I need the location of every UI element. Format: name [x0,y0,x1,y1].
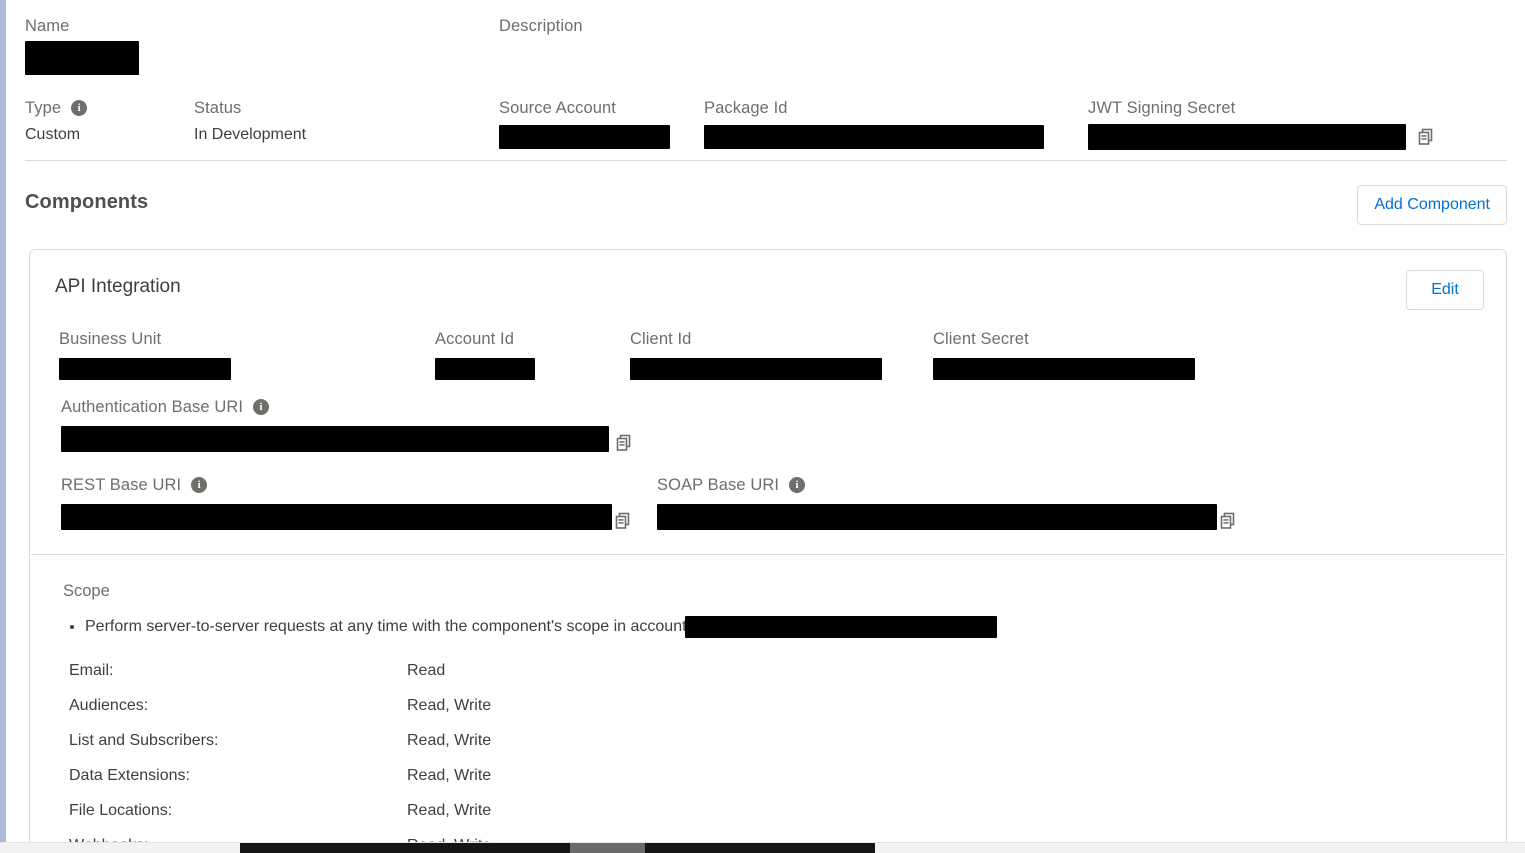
table-row: File Locations: Read, Write [69,800,491,835]
header-divider [25,160,1507,161]
field-label-client-secret: Client Secret [933,330,1029,348]
copy-icon[interactable] [614,512,632,530]
field-label-source-account: Source Account [499,99,616,117]
field-jwt-signing-secret: JWT Signing Secret [1088,97,1435,150]
info-icon[interactable]: i [71,100,88,116]
permission-access: Read [407,662,446,679]
field-value-type: Custom [25,126,81,143]
field-rest-base-uri: REST Base URI i [61,474,632,530]
installed-package-detail-page: Name Description Type i Custom Status In… [0,0,1525,853]
list-item: Perform server-to-server requests at any… [85,616,1493,638]
table-row: Data Extensions: Read, Write [69,765,491,800]
permission-name: File Locations: [69,802,173,819]
permission-access: Read, Write [407,802,492,819]
permission-name: Data Extensions: [69,767,190,784]
field-label-status: Status [194,99,242,117]
copy-icon[interactable] [615,434,633,452]
component-card-body: Business Unit Account Id Client Id Clien… [30,328,1506,548]
page-title: Components [25,191,149,213]
field-source-account: Source Account [499,97,670,149]
permission-name: List and Subscribers: [69,732,219,749]
info-icon[interactable]: i [789,477,806,493]
field-label-jwt-signing-secret: JWT Signing Secret [1088,99,1236,117]
field-label-rest-base-uri: REST Base URI [61,476,182,494]
info-icon[interactable]: i [253,399,270,415]
redacted-jwt-signing-secret-value [1088,124,1406,150]
field-authentication-base-uri: Authentication Base URI i [61,396,633,452]
field-business-unit: Business Unit [59,328,231,380]
field-label-package-id: Package Id [704,99,788,117]
field-label-name: Name [25,17,70,35]
scope-permissions-table: Email: Read Audiences: Read, Write List … [69,660,491,853]
field-name: Name [25,15,139,75]
table-row: List and Subscribers: Read, Write [69,730,491,765]
redacted-business-unit-value [59,358,231,380]
package-summary: Name Description Type i Custom Status In… [25,0,1507,154]
field-label-soap-base-uri: SOAP Base URI [657,476,780,494]
permission-access: Read, Write [407,767,492,784]
copy-icon[interactable] [1417,128,1435,146]
permission-access: Read, Write [407,697,492,714]
component-card-header: API Integration Edit [30,250,1506,328]
scope-bullet-list: Perform server-to-server requests at any… [85,616,1493,638]
info-icon[interactable]: i [191,477,208,493]
field-soap-base-uri: SOAP Base URI i [657,474,1237,530]
field-type: Type i Custom [25,97,88,146]
copy-icon[interactable] [1219,512,1237,530]
field-label-client-id: Client Id [630,330,692,348]
field-label-description: Description [499,17,583,35]
redacted-client-secret-value [933,358,1195,380]
component-card-api-integration: API Integration Edit Business Unit Accou… [29,249,1507,853]
field-value-description [499,42,583,64]
field-description: Description [499,15,583,64]
redacted-scope-account-value [684,616,997,638]
field-status: Status In Development [194,97,306,146]
summary-row-1: Name Description [25,0,1507,82]
summary-row-2: Type i Custom Status In Development Sour… [25,82,1507,154]
scrollbar-thumb-segment[interactable] [570,843,645,853]
redacted-authentication-base-uri-value [61,426,609,452]
component-title: API Integration [55,276,181,297]
redacted-package-id-value [704,125,1044,149]
scope-label: Scope [63,582,110,600]
permission-access: Read, Write [407,732,492,749]
table-row: Email: Read [69,660,491,695]
redacted-client-id-value [630,358,882,380]
horizontal-scrollbar-thumb[interactable] [240,843,875,853]
field-label-type: Type [25,99,62,117]
add-component-button[interactable]: Add Component [1357,185,1507,225]
table-row: Audiences: Read, Write [69,695,491,730]
scope-section: Scope Perform server-to-server requests … [63,580,1493,853]
scope-bullet-text: Perform server-to-server requests at any… [85,618,687,635]
scope-section-divider [31,554,1505,555]
redacted-source-account-value [499,125,670,149]
horizontal-scrollbar-track[interactable] [0,842,1525,853]
permission-name: Audiences: [69,697,149,714]
left-accent-rail [0,0,6,853]
field-label-account-id: Account Id [435,330,514,348]
field-package-id: Package Id [704,97,1044,149]
edit-button[interactable]: Edit [1406,270,1484,310]
redacted-soap-base-uri-value [657,504,1217,530]
field-client-secret: Client Secret [933,328,1195,380]
field-label-authentication-base-uri: Authentication Base URI [61,398,244,416]
field-client-id: Client Id [630,328,882,380]
permission-name: Email: [69,662,114,679]
redacted-name-value [25,41,139,75]
redacted-rest-base-uri-value [61,504,612,530]
field-value-status: In Development [194,126,307,143]
components-header: Components Add Component [25,185,1507,231]
field-label-business-unit: Business Unit [59,330,162,348]
field-account-id: Account Id [435,328,535,380]
redacted-account-id-value [435,358,535,380]
